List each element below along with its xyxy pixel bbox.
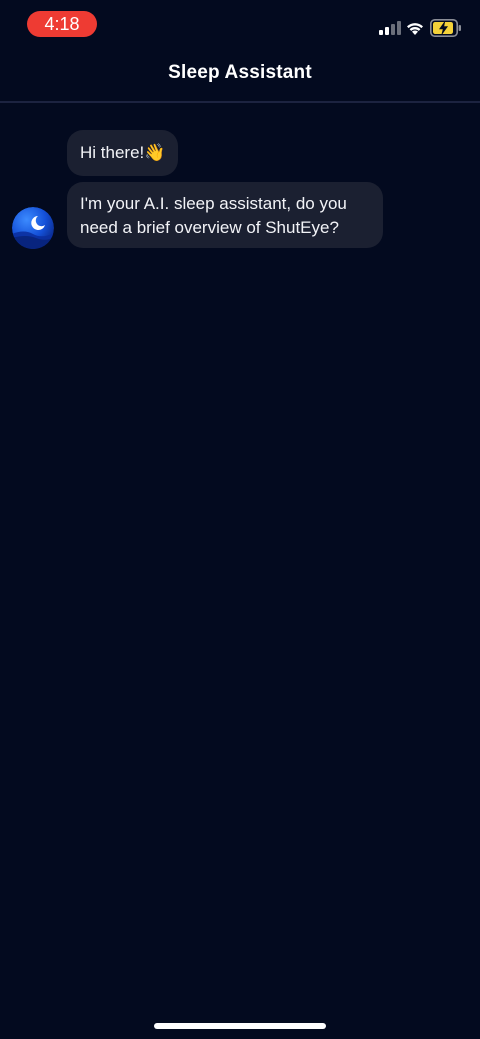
page-title: Sleep Assistant (168, 62, 312, 83)
status-bar: 4:18 (0, 0, 480, 46)
home-indicator[interactable] (154, 1023, 326, 1029)
chat-area[interactable]: Hi there!👋 I'm your A.I. sleep assistant… (0, 103, 480, 1003)
moon-avatar-icon (12, 207, 54, 249)
message-bubble: Hi there!👋 (67, 130, 179, 176)
wifi-icon (407, 23, 423, 35)
battery-charging-icon (430, 19, 461, 37)
signal-icon (379, 21, 401, 35)
header: Sleep Assistant (0, 46, 480, 103)
message-bubble: I'm your A.I. sleep assistant, do you ne… (67, 182, 383, 248)
status-time[interactable]: 4:18 (27, 11, 97, 37)
